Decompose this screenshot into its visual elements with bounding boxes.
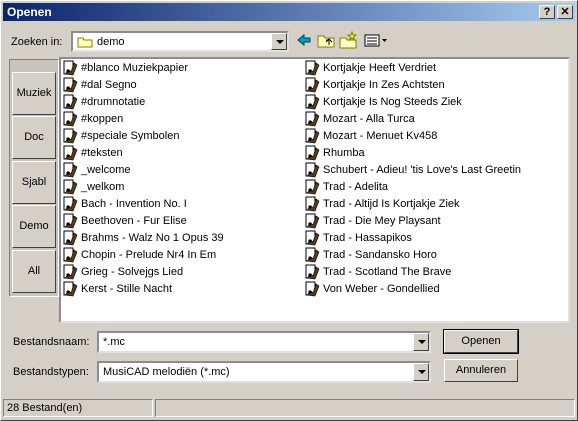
file-name: Trad - Altijd Is Kortjakje Ziek bbox=[323, 198, 460, 210]
filetype-label: Bestandstypen: bbox=[13, 366, 89, 378]
place-demo[interactable]: Demo bbox=[12, 205, 56, 248]
musicad-file-icon bbox=[63, 94, 78, 110]
place-all[interactable]: All bbox=[12, 250, 56, 293]
filetype-value: MusiCAD melodiën (*.mc) bbox=[103, 366, 230, 378]
musicad-file-icon bbox=[305, 94, 320, 110]
musicad-file-icon bbox=[63, 77, 78, 93]
back-icon[interactable] bbox=[295, 31, 313, 49]
open-dialog: Openen ? ✕ Zoeken in: demo Muziek Doc Sj… bbox=[0, 0, 578, 421]
file-name: #teksten bbox=[81, 147, 123, 159]
musicad-file-icon bbox=[63, 145, 78, 161]
file-name: Rhumba bbox=[323, 147, 365, 159]
musicad-file-icon bbox=[305, 60, 320, 76]
up-folder-icon[interactable] bbox=[317, 31, 335, 49]
file-name: Schubert - Adieu! 'tis Love's Last Greet… bbox=[323, 164, 522, 176]
status-panel-empty bbox=[155, 399, 575, 417]
musicad-file-icon bbox=[305, 264, 320, 280]
musicad-file-icon bbox=[63, 162, 78, 178]
file-name: Trad - Die Mey Playsant bbox=[323, 215, 441, 227]
place-sjabl[interactable]: Sjabl bbox=[12, 161, 56, 204]
file-name: #koppen bbox=[81, 113, 124, 125]
musicad-file-icon bbox=[305, 247, 320, 263]
musicad-file-icon bbox=[63, 196, 78, 212]
file-count: 28 Bestand(en) bbox=[3, 399, 153, 417]
file-name: Kerst - Stille Nacht bbox=[81, 283, 173, 295]
place-doc[interactable]: Doc bbox=[12, 116, 56, 159]
musicad-file-icon bbox=[305, 213, 320, 229]
filename-dropdown-button[interactable] bbox=[413, 333, 429, 351]
file-name: Kortjakje Is Nog Steeds Ziek bbox=[323, 96, 462, 108]
musicad-file-icon bbox=[305, 196, 320, 212]
filetype-select[interactable]: MusiCAD melodiën (*.mc) bbox=[97, 361, 431, 383]
musicad-file-icon bbox=[305, 281, 320, 297]
lookin-value: demo bbox=[97, 36, 125, 48]
title-bar: Openen ? ✕ bbox=[3, 3, 575, 21]
lookin-label: Zoeken in: bbox=[11, 36, 63, 48]
file-name: Bach - Invention No. I bbox=[81, 198, 187, 210]
file-name: #blanco Muziekpapier bbox=[81, 62, 189, 74]
musicad-file-icon bbox=[305, 111, 320, 127]
musicad-file-icon bbox=[63, 281, 78, 297]
musicad-file-icon bbox=[305, 230, 320, 246]
musicad-file-icon bbox=[305, 162, 320, 178]
file-name: Kortjakje In Zes Achtsten bbox=[323, 79, 445, 91]
file-name: Trad - Hassapikos bbox=[323, 232, 412, 244]
file-name: Trad - Adelita bbox=[323, 181, 389, 193]
file-name: Grieg - Solvejgs Lied bbox=[81, 266, 184, 278]
musicad-file-icon bbox=[63, 264, 78, 280]
file-name: Mozart - Alla Turca bbox=[323, 113, 415, 125]
musicad-file-icon bbox=[63, 111, 78, 127]
file-name: Trad - Sandansko Horo bbox=[323, 249, 437, 261]
file-name: Brahms - Walz No 1 Opus 39 bbox=[81, 232, 224, 244]
musicad-file-icon bbox=[63, 213, 78, 229]
musicad-file-icon bbox=[305, 128, 320, 144]
file-name: Von Weber - Gondellied bbox=[323, 283, 440, 295]
place-muziek[interactable]: Muziek bbox=[12, 72, 56, 115]
help-button[interactable]: ? bbox=[539, 5, 555, 19]
file-name: Trad - Scotland The Brave bbox=[323, 266, 452, 278]
file-list[interactable]: #blanco Muziekpapier #dal Segno #drumnotat… bbox=[59, 57, 570, 323]
file-name: _welkom bbox=[81, 181, 125, 193]
filetype-dropdown-button[interactable] bbox=[413, 363, 429, 381]
musicad-file-icon bbox=[63, 247, 78, 263]
open-button[interactable]: Openen bbox=[443, 329, 519, 354]
folder-icon bbox=[77, 37, 93, 48]
file-name: Mozart - Menuet Kv458 bbox=[323, 130, 438, 142]
close-button[interactable]: ✕ bbox=[557, 5, 573, 19]
musicad-file-icon bbox=[63, 128, 78, 144]
filename-value: *.mc bbox=[103, 336, 125, 348]
file-name: #drumnotatie bbox=[81, 96, 146, 108]
musicad-file-icon bbox=[63, 230, 78, 246]
cancel-button[interactable]: Annuleren bbox=[444, 359, 518, 382]
file-name: _welcome bbox=[81, 164, 131, 176]
musicad-file-icon bbox=[305, 77, 320, 93]
file-name: #dal Segno bbox=[81, 79, 137, 91]
musicad-file-icon bbox=[305, 179, 320, 195]
filename-label: Bestandsnaam: bbox=[13, 336, 90, 348]
window-title: Openen bbox=[7, 5, 52, 19]
musicad-file-icon bbox=[63, 60, 78, 76]
filename-input[interactable]: *.mc bbox=[97, 331, 431, 353]
file-name: Beethoven - Fur Elise bbox=[81, 215, 187, 227]
lookin-combo[interactable]: demo bbox=[71, 31, 289, 52]
view-menu-icon[interactable] bbox=[363, 31, 389, 49]
file-name: #speciale Symbolen bbox=[81, 130, 180, 142]
file-name: Chopin - Prelude Nr4 In Em bbox=[81, 249, 217, 261]
places-bar: Muziek Doc Sjabl Demo All bbox=[9, 59, 59, 297]
status-bar: 28 Bestand(en) bbox=[3, 399, 575, 418]
lookin-dropdown-button[interactable] bbox=[271, 33, 287, 50]
musicad-file-icon bbox=[63, 179, 78, 195]
file-name: Kortjakje Heeft Verdriet bbox=[323, 62, 437, 74]
new-folder-icon[interactable] bbox=[339, 31, 357, 49]
musicad-file-icon bbox=[305, 145, 320, 161]
